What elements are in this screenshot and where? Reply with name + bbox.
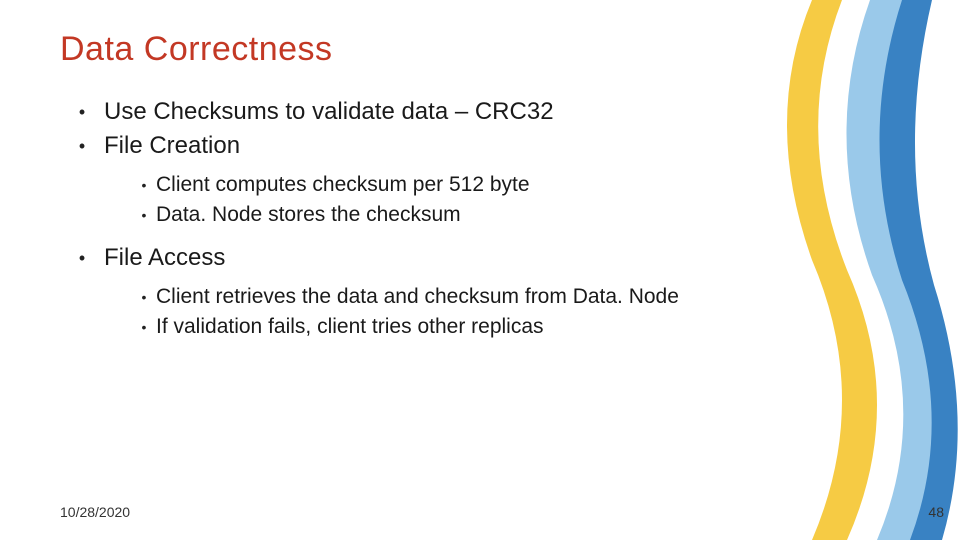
- bullet-text: File Access: [104, 243, 225, 273]
- bullet-marker: •: [132, 313, 156, 341]
- sub-bullet-row: • Data. Node stores the checksum: [132, 201, 912, 229]
- sub-bullet-text: Client retrieves the data and checksum f…: [156, 283, 679, 311]
- bullet-marker: •: [60, 243, 104, 273]
- footer-page-number: 48: [928, 504, 944, 520]
- footer-date: 10/28/2020: [60, 504, 130, 520]
- bullet-marker: •: [132, 201, 156, 229]
- slide-title: Data Correctness: [60, 30, 912, 69]
- sub-bullet-row: • If validation fails, client tries othe…: [132, 313, 912, 341]
- bullet-marker: •: [132, 171, 156, 199]
- bullet-text: File Creation: [104, 131, 240, 161]
- sub-bullet-text: Data. Node stores the checksum: [156, 201, 461, 229]
- sub-bullet-group: • Client retrieves the data and checksum…: [132, 283, 912, 341]
- bullet-row: • File Creation: [60, 131, 912, 161]
- sub-bullet-text: Client computes checksum per 512 byte: [156, 171, 530, 199]
- slide-content: Data Correctness • Use Checksums to vali…: [0, 0, 972, 540]
- sub-bullet-text: If validation fails, client tries other …: [156, 313, 544, 341]
- sub-bullet-group: • Client computes checksum per 512 byte …: [132, 171, 912, 229]
- sub-bullet-row: • Client computes checksum per 512 byte: [132, 171, 912, 199]
- bullet-marker: •: [60, 97, 104, 127]
- bullet-marker: •: [60, 131, 104, 161]
- bullet-row: • Use Checksums to validate data – CRC32: [60, 97, 912, 127]
- bullet-text: Use Checksums to validate data – CRC32: [104, 97, 554, 127]
- bullet-row: • File Access: [60, 243, 912, 273]
- bullet-marker: •: [132, 283, 156, 311]
- sub-bullet-row: • Client retrieves the data and checksum…: [132, 283, 912, 311]
